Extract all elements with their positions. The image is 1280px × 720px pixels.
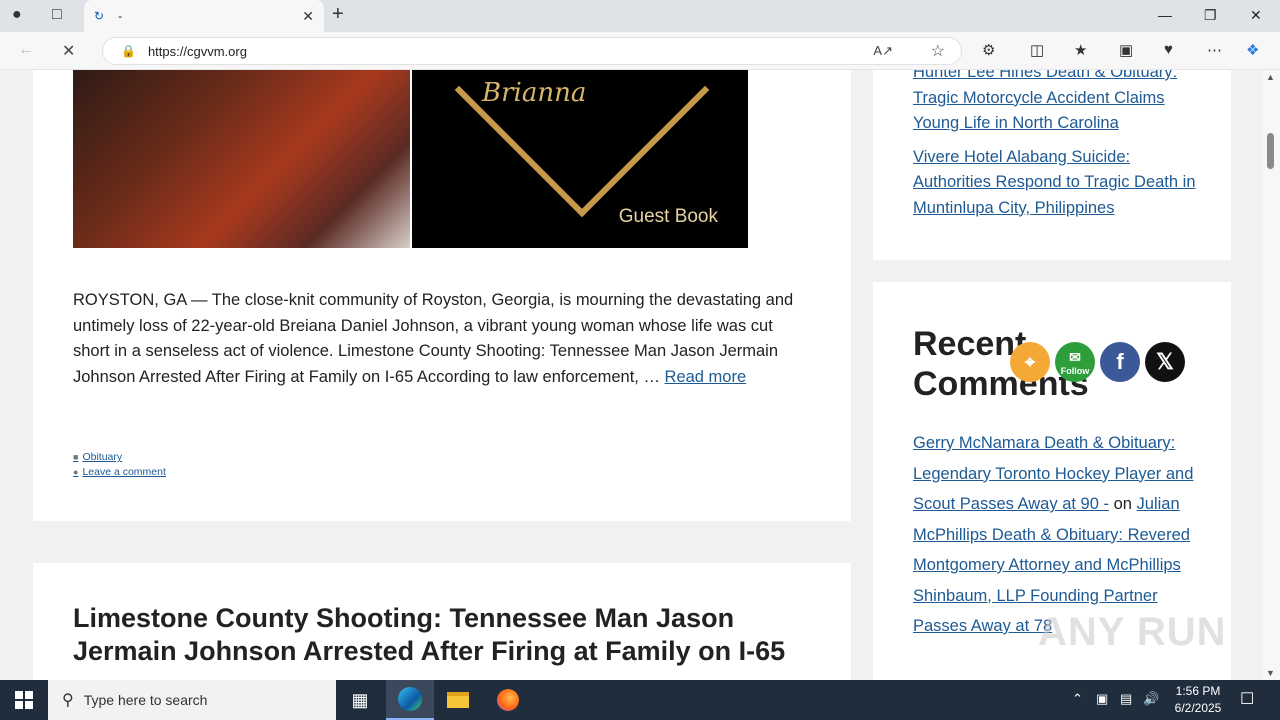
tab-actions-icon[interactable]: □	[52, 6, 62, 24]
notifications-icon[interactable]: ☐	[1240, 689, 1254, 709]
post-title[interactable]: Limestone County Shooting: Tennessee Man…	[73, 602, 793, 668]
clock-time: 1:56 PM	[1175, 684, 1221, 698]
recent-posts-list: Hunter Lee Hines Death & Obituary: Tragi…	[913, 70, 1203, 229]
follow-label: Follow	[1060, 365, 1090, 376]
file-explorer-icon[interactable]	[434, 680, 482, 720]
edge-logo	[398, 687, 422, 711]
taskbar: ⚲ Type here to search ▦ ⌃ ▣ ▤ 🔊 1:56 PM …	[0, 680, 1280, 720]
taskbar-search[interactable]: ⚲ Type here to search	[48, 680, 336, 720]
favorite-icon[interactable]: ☆	[931, 41, 945, 61]
browser-window: ● □ ↻ - ✕ + — ❐ ✕ ← ✕ 🔒 https://cgvvm.or…	[0, 0, 1280, 680]
task-view-icon[interactable]: ▦	[336, 680, 384, 720]
post-excerpt: ROYSTON, GA — The close-knit community o…	[73, 288, 813, 390]
x-icon[interactable]: 𝕏	[1145, 342, 1185, 382]
firefox-icon[interactable]	[484, 680, 532, 720]
post-comments: ● Leave a comment	[73, 466, 166, 478]
scroll-thumb[interactable]	[1267, 133, 1274, 169]
restore-icon[interactable]: ❐	[1204, 7, 1217, 24]
extensions-icon[interactable]: ⚙	[982, 41, 995, 59]
new-tab-icon[interactable]: +	[332, 3, 344, 26]
performance-icon[interactable]: ♥	[1164, 41, 1173, 58]
windows-icon	[15, 691, 33, 709]
post-category: ■ Obituary	[73, 451, 122, 463]
close-tab-icon[interactable]: ✕	[302, 8, 314, 25]
url-text: https://cgvvm.org	[147, 43, 247, 59]
copilot-icon[interactable]: ❖	[1246, 41, 1259, 59]
address-bar: ← ✕ 🔒 https://cgvvm.org A↗ ☆ ⚙ ◫ ★ ▣ ♥ ⋯…	[0, 32, 1280, 70]
memorial-graphic: Brianna Guest Book	[412, 70, 748, 248]
vertical-scrollbar[interactable]: ▲ ▼	[1262, 70, 1280, 680]
scroll-down-icon[interactable]: ▼	[1266, 668, 1275, 678]
minimize-icon[interactable]: —	[1158, 7, 1172, 23]
close-window-icon[interactable]: ✕	[1250, 7, 1262, 24]
firefox-logo	[497, 689, 519, 711]
favorites-icon[interactable]: ★	[1074, 41, 1087, 59]
recent-post-link[interactable]: Vivere Hotel Alabang Suicide: Authoritie…	[913, 148, 1196, 217]
folder-icon: ■	[73, 452, 79, 462]
network-icon[interactable]: ▤	[1120, 691, 1132, 707]
lock-icon[interactable]: 🔒	[121, 44, 136, 58]
reload-stop-icon[interactable]: ✕	[62, 41, 75, 61]
guest-book-label: Guest Book	[618, 206, 718, 227]
rss-icon[interactable]: ⌖	[1010, 342, 1050, 382]
mail-icon: ✉	[1069, 348, 1081, 365]
web-page[interactable]: Brianna Guest Book ROYSTON, GA — The clo…	[0, 70, 1262, 680]
email-follow-icon[interactable]: ✉ Follow	[1055, 342, 1095, 382]
recent-post-link[interactable]: Hunter Lee Hines Death & Obituary: Tragi…	[913, 70, 1177, 132]
collections-icon[interactable]: ▣	[1119, 41, 1133, 59]
search-placeholder: Type here to search	[83, 692, 208, 708]
tab-bar: ● □ ↻ - ✕ + — ❐ ✕	[0, 0, 1280, 32]
loading-icon: ↻	[94, 9, 105, 23]
scroll-up-icon[interactable]: ▲	[1266, 72, 1275, 82]
url-field[interactable]: 🔒 https://cgvvm.org A↗ ☆	[102, 37, 962, 65]
read-aloud-icon[interactable]: A↗	[873, 43, 893, 59]
search-icon: ⚲	[62, 692, 74, 709]
device-icon[interactable]: ▣	[1096, 691, 1108, 707]
edge-icon[interactable]	[386, 680, 434, 720]
system-clock[interactable]: 1:56 PM 6/2/2025	[1170, 683, 1226, 717]
tab-title: -	[118, 9, 123, 23]
split-screen-icon[interactable]: ◫	[1030, 41, 1044, 59]
profile-icon[interactable]: ●	[12, 6, 22, 24]
featured-image[interactable]: Brianna Guest Book	[73, 70, 748, 248]
portrait-photo	[73, 70, 410, 248]
active-tab[interactable]: ↻ - ✕	[84, 0, 324, 32]
more-icon[interactable]: ⋯	[1207, 41, 1222, 59]
read-more-link[interactable]: Read more	[665, 368, 747, 386]
anyrun-watermark: ANY RUN	[1038, 610, 1227, 654]
comment-icon: ●	[73, 467, 79, 477]
back-icon[interactable]: ←	[18, 41, 34, 59]
start-button[interactable]	[0, 680, 48, 720]
facebook-icon[interactable]: f	[1100, 342, 1140, 382]
memorial-name: Brianna	[482, 78, 587, 108]
volume-icon[interactable]: 🔊	[1143, 691, 1159, 707]
tray-chevron-icon[interactable]: ⌃	[1072, 691, 1083, 707]
category-link[interactable]: Obituary	[82, 451, 122, 463]
comment-on-text: on	[1108, 495, 1137, 513]
leave-comment-link[interactable]: Leave a comment	[82, 466, 165, 478]
clock-date: 6/2/2025	[1174, 701, 1222, 715]
folder-logo	[447, 692, 469, 708]
